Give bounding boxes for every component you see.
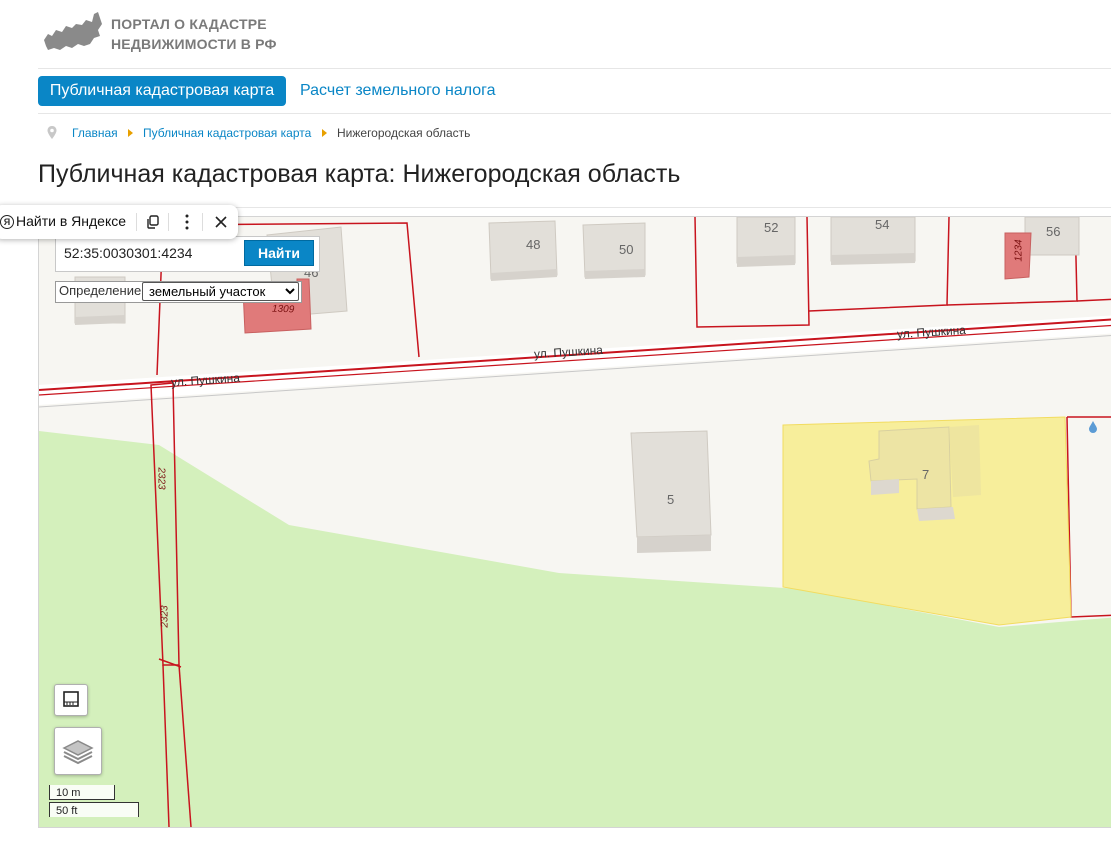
find-in-yandex-button[interactable]: Найти в Яндексе [16,213,126,229]
water-drop-icon [1089,421,1097,433]
close-icon[interactable] [210,211,232,233]
logo-line-1: ПОРТАЛ О КАДАСТРЕ [111,16,267,32]
parcel-label: 1234 [1013,239,1025,262]
find-button[interactable]: Найти [244,240,314,266]
parcel-label: 2323 [155,467,167,490]
breadcrumb-arrow-icon [322,129,327,137]
more-options-icon[interactable] [176,211,198,233]
toolbar-divider [168,213,169,231]
map-canvas[interactable] [39,217,1111,827]
header-divider [38,68,1111,69]
definition-row: Определение: земельный участок [55,281,302,303]
measure-button[interactable] [54,684,88,716]
breadcrumb-home-link[interactable]: Главная [72,124,118,142]
layers-button[interactable] [54,727,102,775]
scale-metric: 10 m [49,785,115,800]
scale-imperial: 50 ft [49,802,139,817]
house-number: 56 [1046,224,1061,239]
tab-public-cadastral-map[interactable]: Публичная кадастровая карта [38,76,286,106]
house-number: 52 [764,220,779,235]
breadcrumb-map-link[interactable]: Публичная кадастровая карта [143,124,311,142]
house-number: 7 [922,467,930,482]
breadcrumb-arrow-icon [128,129,133,137]
russia-map-logo-icon [44,12,102,50]
house-number: 50 [619,242,634,257]
site-logo-text[interactable]: ПОРТАЛ О КАДАСТРЕ НЕДВИЖИМОСТИ В РФ [111,14,277,54]
ruler-icon [63,691,79,707]
definition-label: Определение: [59,283,145,298]
yandex-logo-icon: Я [0,215,14,229]
yandex-search-toolbar: Я Найти в Яндексе [0,205,238,239]
parcel-label: 2323 [159,605,171,628]
tab-land-tax-calculation[interactable]: Расчет земельного налога [300,76,496,106]
house-number: 54 [875,217,890,232]
definition-select[interactable]: земельный участок [142,282,299,301]
page-title: Публичная кадастровая карта: Нижегородск… [38,160,681,188]
cadastral-number-input[interactable] [56,239,255,267]
house-number: 5 [667,492,675,507]
toolbar-divider [202,213,203,231]
parcel-label: 1309 [271,303,295,316]
logo-line-2: НЕДВИЖИМОСТИ В РФ [111,36,277,52]
cadastral-map[interactable]: ул. Пушкина ул. Пушкина ул. Пушкина 46 4… [38,216,1111,828]
copy-icon[interactable] [142,211,164,233]
house-number: 48 [526,237,541,252]
breadcrumb-current: Нижегородская область [337,126,471,140]
nav-divider [38,113,1111,114]
toolbar-divider [136,213,137,231]
cadastral-search-panel: Найти [55,236,320,272]
layers-icon [62,740,94,765]
location-pin-icon [47,126,57,139]
